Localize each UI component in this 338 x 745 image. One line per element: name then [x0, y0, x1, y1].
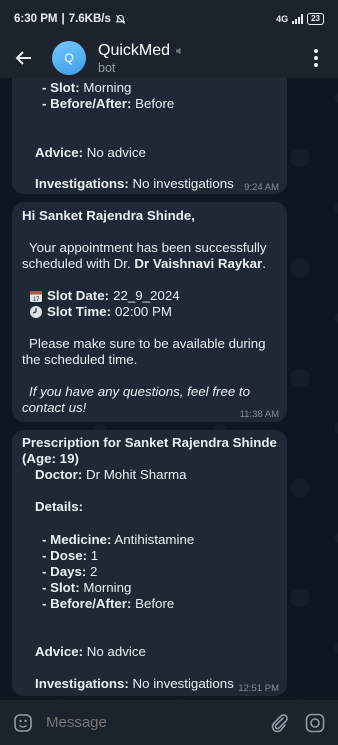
message-bubble[interactable]: Prescription for Sanket Rajendra Shinde …	[12, 430, 287, 696]
message-bubble[interactable]: - Slot: Morning - Before/After: Before A…	[12, 78, 287, 194]
before-after-line: - Before/After: Before	[42, 596, 175, 611]
battery-icon: 23	[307, 13, 324, 25]
message-bubble[interactable]: Hi Sanket Rajendra Shinde, Your appointm…	[12, 202, 287, 422]
prescription-title: Prescription for Sanket Rajendra Shinde	[22, 435, 277, 450]
chat-title-block[interactable]: QuickMed bot	[98, 42, 185, 75]
clock-icon	[30, 306, 42, 318]
prescription-age: (Age: 19)	[22, 451, 79, 466]
message-line: Investigations: No investigations	[35, 176, 234, 191]
sticker-smile-icon[interactable]	[12, 712, 34, 734]
camera-icon[interactable]	[304, 712, 326, 734]
status-speed: 7.6KB/s	[68, 13, 111, 25]
message-line: scheduled with Dr. Dr Vaishnavi Raykar.	[22, 256, 266, 271]
chat-title: QuickMed	[98, 41, 171, 59]
message-line: Advice: No advice	[35, 145, 146, 160]
muted-icon	[176, 47, 181, 54]
details-line: Details:	[35, 499, 84, 514]
doctor-line: Doctor: Dr Mohit Sharma	[35, 467, 187, 482]
message-greeting: Hi Sanket Rajendra Shinde,	[22, 208, 195, 223]
chat-subtitle: bot	[98, 60, 116, 75]
slot-time-line: Slot Time: 02:00 PM	[29, 304, 172, 320]
advice-line: Advice: No advice	[35, 644, 146, 659]
message-time: 12:51 PM	[238, 683, 279, 694]
message-input[interactable]	[46, 714, 268, 731]
message-line: Please make sure to be available during	[29, 336, 266, 351]
days-line: - Days: 2	[42, 564, 98, 579]
signal-icon	[292, 14, 304, 24]
message-input-bar	[0, 700, 338, 745]
investigations-line: Investigations: No investigations	[35, 676, 234, 691]
chat-area[interactable]: - Slot: Morning - Before/After: Before A…	[0, 78, 338, 700]
medicine-line: - Medicine: Antihistamine	[42, 532, 195, 547]
slot-line: - Slot: Morning	[42, 580, 132, 595]
message-time: 11:38 AM	[239, 409, 279, 420]
status-bar: 6:30 PM | 7.6KB/s 4G 23	[0, 0, 338, 38]
message-line: If you have any questions, feel free to	[29, 384, 251, 399]
slot-date-line: 17 Slot Date: 22_9_2024	[29, 288, 180, 304]
svg-text:17: 17	[33, 297, 40, 303]
bell-muted-icon	[115, 14, 126, 24]
more-menu-icon[interactable]	[306, 49, 326, 67]
dose-line: - Dose: 1	[42, 548, 99, 563]
chat-header: Q QuickMed bot	[0, 38, 338, 78]
status-time: 6:30 PM	[14, 13, 58, 25]
avatar[interactable]: Q	[52, 41, 86, 75]
message-line: - Before/After: Before	[42, 96, 175, 111]
message-time: 9:24 AM	[244, 182, 279, 193]
message-line: - Slot: Morning	[42, 80, 132, 95]
message-line: Your appointment has been successfully	[29, 240, 267, 255]
message-line: contact us!	[22, 400, 87, 415]
calendar-icon: 17	[30, 291, 42, 303]
attach-icon[interactable]	[268, 712, 290, 734]
message-line: the scheduled time.	[22, 352, 138, 367]
network-label: 4G	[276, 14, 289, 24]
back-arrow-icon[interactable]	[12, 46, 36, 70]
